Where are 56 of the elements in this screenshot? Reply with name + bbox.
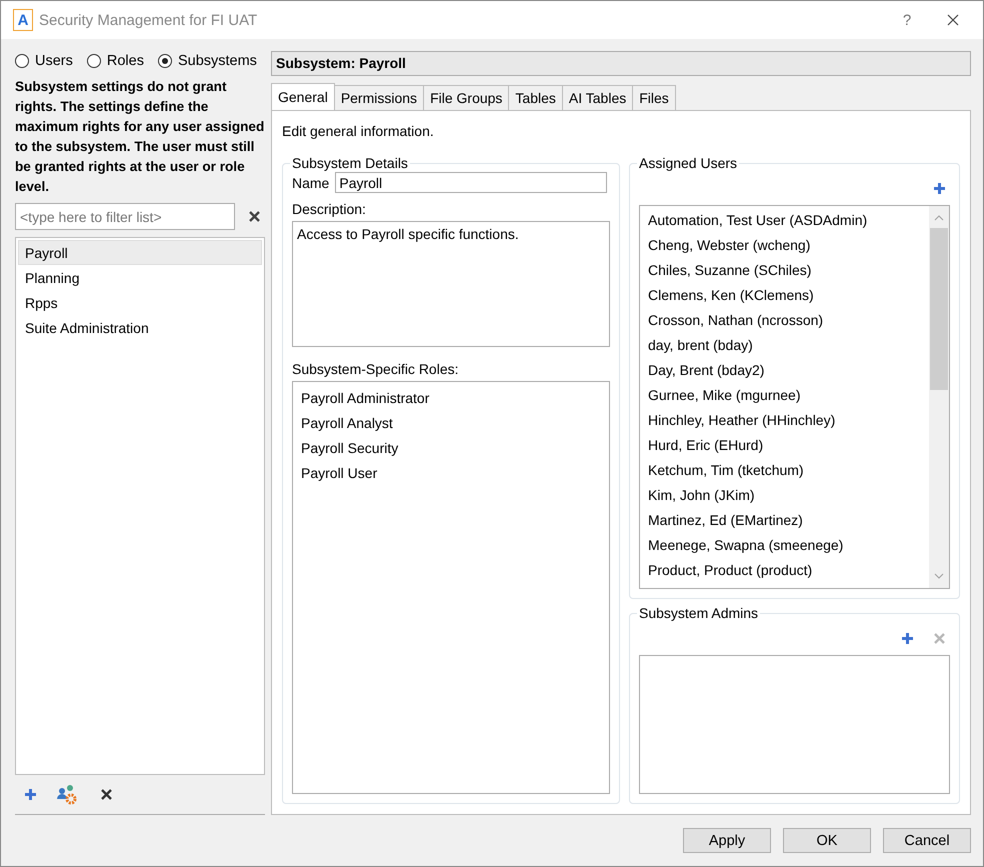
description-field[interactable]: Access to Payroll specific functions.	[292, 221, 610, 347]
plus-icon	[24, 788, 36, 801]
list-item[interactable]: Suite Administration	[18, 315, 262, 340]
name-field[interactable]: Payroll	[335, 172, 608, 193]
plus-icon	[932, 182, 946, 194]
group-title: Subsystem Details	[291, 155, 409, 171]
list-item[interactable]: Hurd, Eric (EHurd)	[648, 433, 921, 458]
list-item[interactable]: Automation, Test User (ASDAdmin)	[648, 208, 921, 233]
close-icon	[932, 632, 946, 644]
list-item[interactable]: Day, Brent (bday2)	[648, 358, 921, 383]
list-item[interactable]: Crosson, Nathan (ncrosson)	[648, 308, 921, 333]
subsystem-header: Subsystem: Payroll	[271, 51, 971, 76]
description-label: Description:	[292, 201, 367, 217]
close-icon	[947, 14, 959, 26]
close-icon	[248, 210, 260, 223]
list-item[interactable]: Planning	[18, 265, 262, 290]
list-item[interactable]: Payroll Security	[301, 436, 601, 461]
list-item[interactable]: Chiles, Suzanne (SChiles)	[648, 258, 921, 283]
list-item[interactable]: Payroll	[18, 240, 262, 265]
list-item[interactable]: Ketchum, Tim (tketchum)	[648, 458, 921, 483]
list-item[interactable]: Cheng, Webster (wcheng)	[648, 233, 921, 258]
group-title: Assigned Users	[638, 155, 738, 171]
dialog-button[interactable]: Apply	[683, 828, 771, 853]
close-icon	[100, 788, 112, 801]
list-item[interactable]: Payroll Administrator	[301, 386, 601, 411]
list-item[interactable]: Clemens, Ken (KClemens)	[648, 283, 921, 308]
dialog-button[interactable]: Cancel	[883, 828, 971, 853]
users-gear-icon	[57, 784, 79, 804]
notice-text: Subsystem settings do not grant rights. The settings define the maximum rights for any user assigned to the subsystem. The user must still be granted rights at the user or role level.	[15, 78, 265, 196]
list-item[interactable]: day, brent (bday)	[648, 333, 921, 358]
filter-field[interactable]: <type here to filter list>	[15, 203, 235, 230]
list-item[interactable]: Martinez, Ed (EMartinez)	[648, 508, 921, 533]
list-item[interactable]: Gurnee, Mike (mgurnee)	[648, 383, 921, 408]
list-item[interactable]: Payroll User	[301, 461, 601, 486]
list-item[interactable]: Product, Product (product)	[648, 558, 921, 583]
help-button[interactable]: ?	[887, 5, 927, 35]
list-item[interactable]: Meenege, Swapna (smeenege)	[648, 533, 921, 558]
list-item[interactable]: Payroll Analyst	[301, 411, 601, 436]
group-title: Subsystem Admins	[638, 605, 760, 621]
tab[interactable]: General	[271, 83, 335, 110]
list-item[interactable]: Rpps	[18, 290, 262, 315]
radio-button[interactable]: Roles	[86, 53, 144, 69]
dialog-button[interactable]: OK	[783, 828, 871, 853]
list-item[interactable]: Hinchley, Heather (HHinchley)	[648, 408, 921, 433]
tab[interactable]: Files	[632, 85, 676, 110]
plus-icon	[900, 632, 914, 644]
app-logo: A	[13, 9, 33, 31]
assign-button[interactable]	[57, 784, 79, 806]
list-item[interactable]: Kim, John (JKim)	[648, 483, 921, 508]
radio-button[interactable]: Subsystems	[158, 53, 257, 69]
radio-button[interactable]: Users	[15, 53, 73, 69]
roles-label: Subsystem-Specific Roles:	[292, 361, 460, 377]
intro-text: Edit general information.	[282, 123, 435, 141]
name-label: Name	[292, 174, 330, 190]
window-title: Security Management for FI UAT	[39, 12, 258, 28]
scrollbar[interactable]	[929, 206, 949, 588]
